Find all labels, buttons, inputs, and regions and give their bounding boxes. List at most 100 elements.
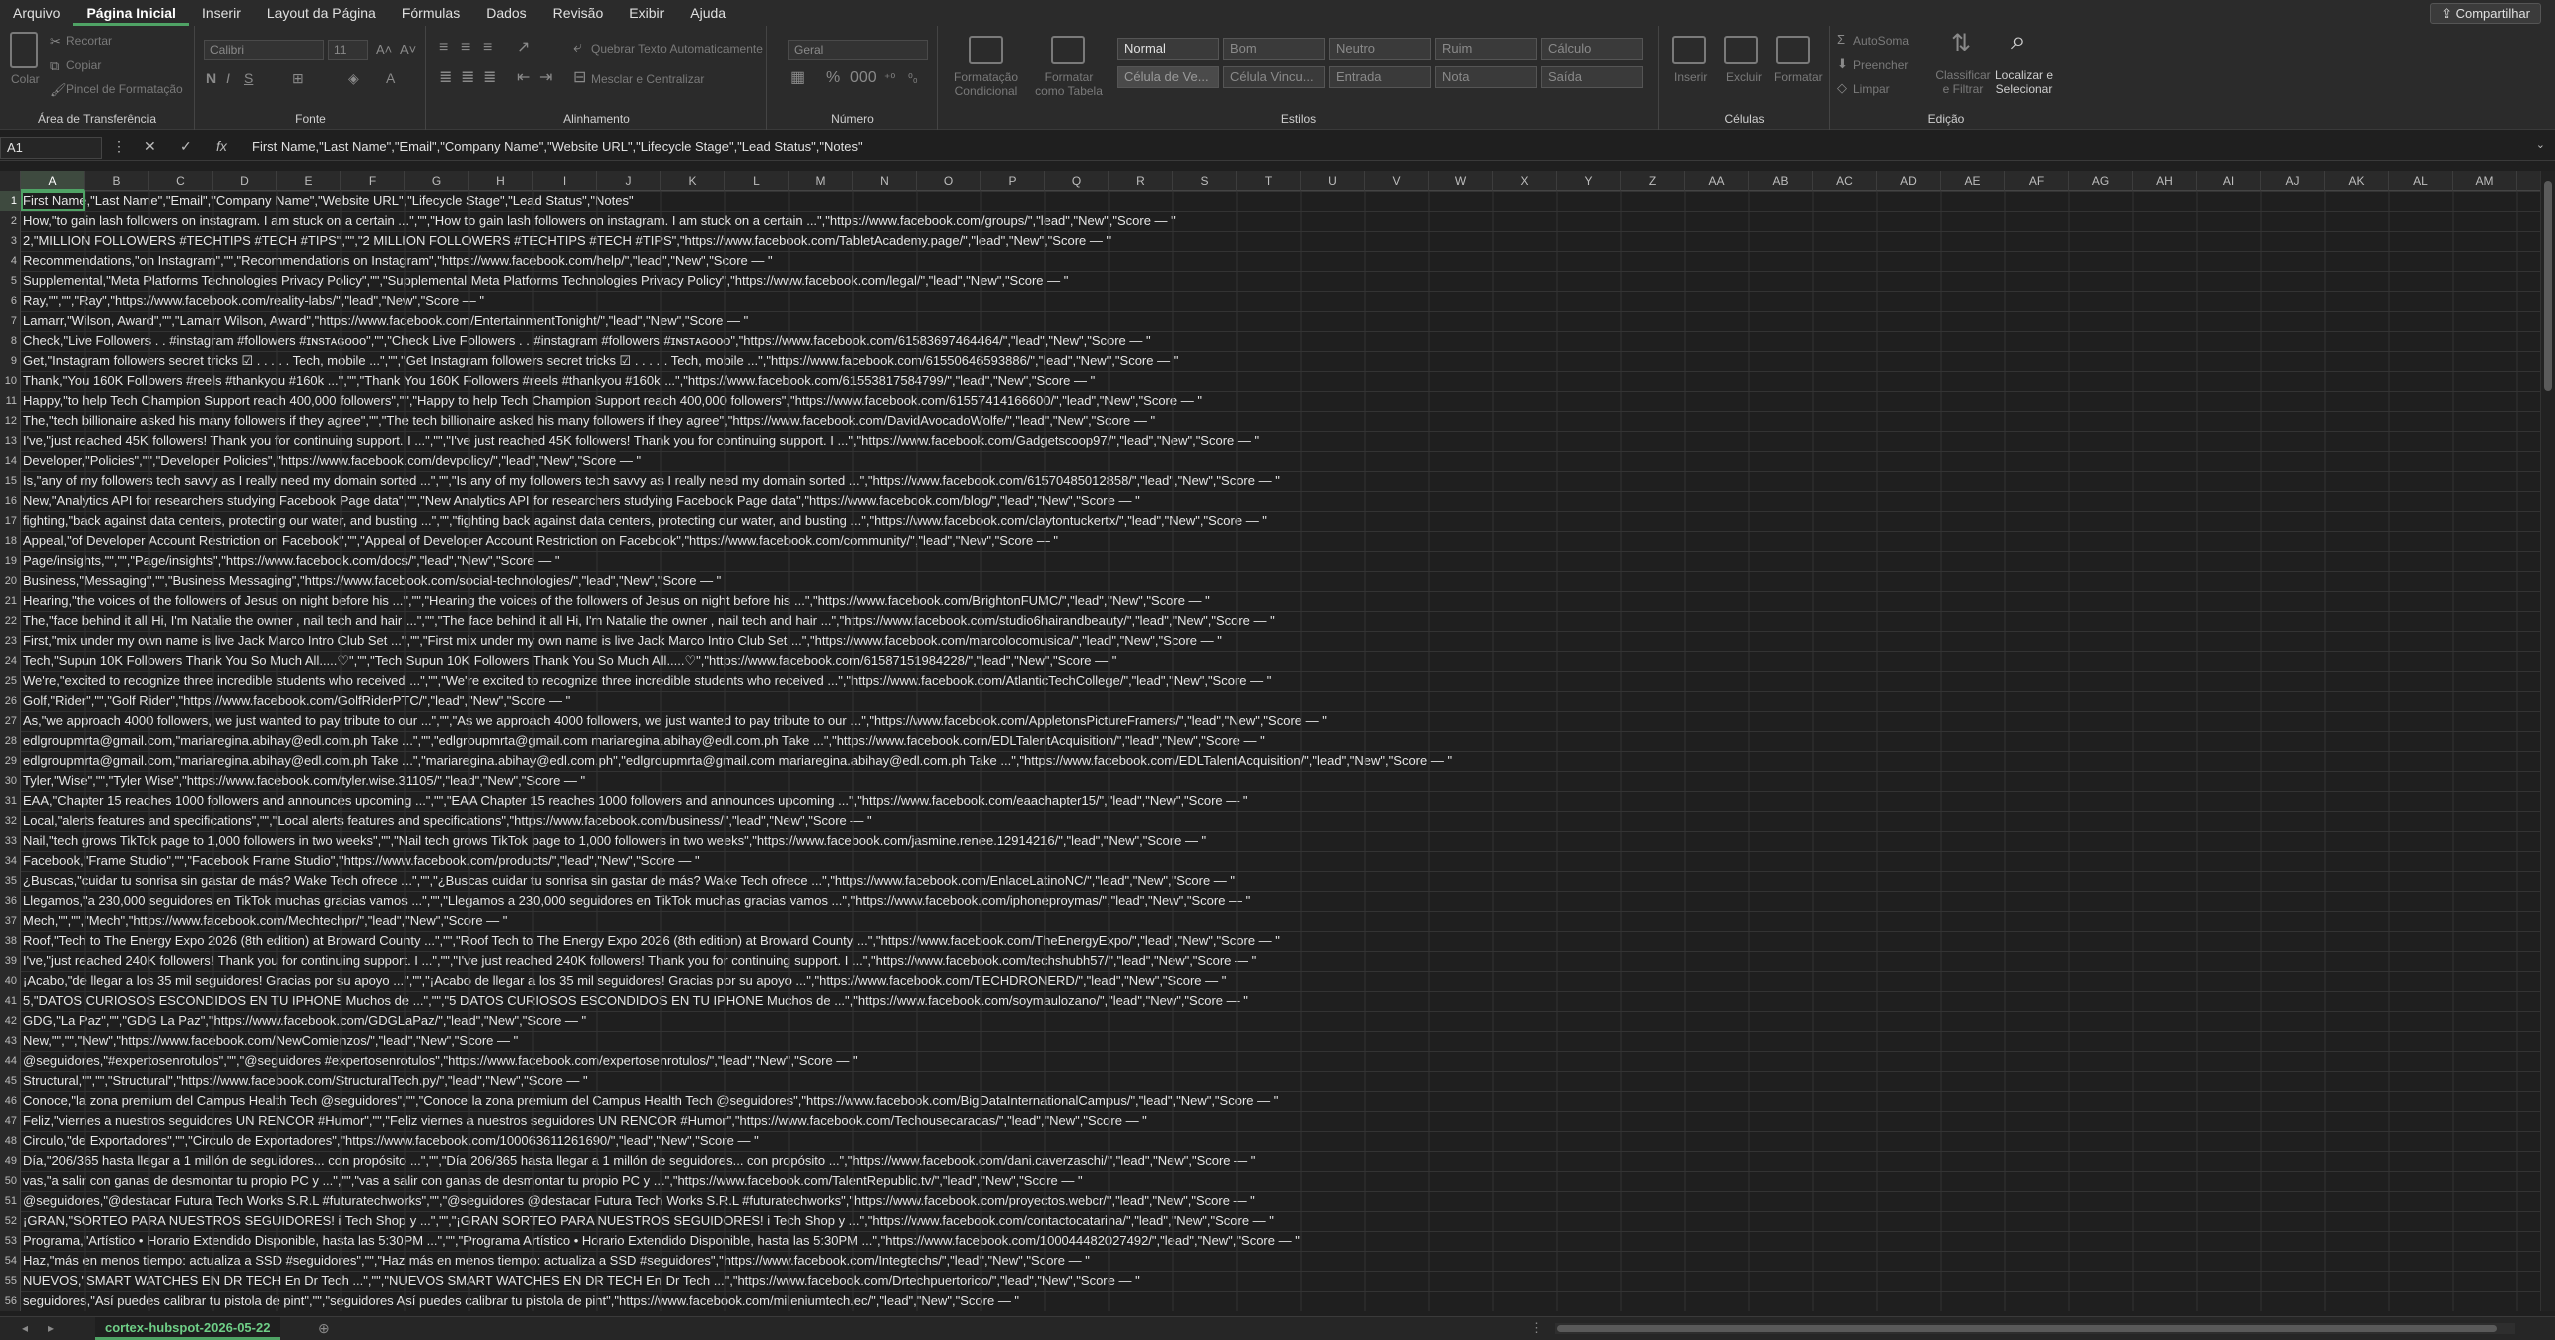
column-header-f[interactable]: F <box>341 171 405 191</box>
tab-5[interactable]: Dados <box>473 0 539 26</box>
row-header[interactable]: 55 <box>0 1271 21 1291</box>
column-header-aa[interactable]: AA <box>1685 171 1749 191</box>
borders-icon[interactable]: ⊞ <box>292 70 304 86</box>
cell-a[interactable]: ¡GRAN,"SORTEO PARA NUESTROS SEGUIDORES! … <box>23 1211 1274 1231</box>
cell-a[interactable]: Haz,"más en menos tiempo: actualiza a SS… <box>23 1251 1090 1271</box>
column-header-x[interactable]: X <box>1493 171 1557 191</box>
row-header[interactable]: 8 <box>0 331 21 351</box>
row-header[interactable]: 56 <box>0 1291 21 1311</box>
cell-style-5[interactable]: Célula de Ve... <box>1117 66 1219 88</box>
row-header[interactable]: 14 <box>0 451 21 471</box>
cell-a[interactable]: First,"mix under my own name is live Jac… <box>23 631 1222 651</box>
vertical-scroll-thumb[interactable] <box>2544 181 2552 391</box>
row-header[interactable]: 40 <box>0 971 21 991</box>
column-header-j[interactable]: J <box>597 171 661 191</box>
cell-a[interactable]: Is,"any of my followers tech savvy as I … <box>23 471 1280 491</box>
cell-a[interactable]: edlgroupmrta@gmail.com,"mariaregina.abih… <box>23 751 1452 771</box>
cell-a[interactable]: seguidores,"Así puedes calibrar tu pisto… <box>23 1291 1019 1311</box>
cell-a[interactable]: Developer,"Policies","","Developer Polic… <box>23 451 641 471</box>
row-header[interactable]: 20 <box>0 571 21 591</box>
cell-a[interactable]: ¿Buscas,"cuidar tu sonrisa sin gastar de… <box>23 871 1235 891</box>
options-icon[interactable]: ⋮ <box>1530 1320 1543 1336</box>
column-header-ai[interactable]: AI <box>2197 171 2261 191</box>
row-header[interactable]: 18 <box>0 531 21 551</box>
decrease-decimal-icon[interactable]: ⁰₀ <box>908 70 918 86</box>
row-header[interactable]: 35 <box>0 871 21 891</box>
cell-a[interactable]: How,"to gain lash followers on instagram… <box>23 211 1176 231</box>
cancel-icon[interactable]: ✕ <box>144 138 156 155</box>
column-header-ah[interactable]: AH <box>2133 171 2197 191</box>
cell-a[interactable]: Facebook,"Frame Studio","","Facebook Fra… <box>23 851 700 871</box>
underline-icon[interactable]: S <box>244 70 253 86</box>
row-header[interactable]: 24 <box>0 651 21 671</box>
align-bottom-icon[interactable]: ≡ <box>483 40 492 56</box>
column-header-ad[interactable]: AD <box>1877 171 1941 191</box>
font-name-select[interactable]: Calibri <box>204 40 324 60</box>
horizontal-scroll-thumb[interactable] <box>1557 1325 2497 1332</box>
row-header[interactable]: 27 <box>0 711 21 731</box>
cell-a[interactable]: Thank,"You 160K Followers #reels #thanky… <box>23 371 1095 391</box>
row-header[interactable]: 43 <box>0 1031 21 1051</box>
row-header[interactable]: 2 <box>0 211 21 231</box>
row-header[interactable]: 26 <box>0 691 21 711</box>
row-header[interactable]: 13 <box>0 431 21 451</box>
column-header-y[interactable]: Y <box>1557 171 1621 191</box>
row-header[interactable]: 29 <box>0 751 21 771</box>
row-header[interactable]: 42 <box>0 1011 21 1031</box>
prev-sheet-icon[interactable]: ◂ <box>22 1320 28 1336</box>
column-header-p[interactable]: P <box>981 171 1045 191</box>
cell-a[interactable]: Roof,"Tech to The Energy Expo 2026 (8th … <box>23 931 1280 951</box>
copy-button[interactable]: Copiar <box>66 58 101 72</box>
column-header-r[interactable]: R <box>1109 171 1173 191</box>
column-header-u[interactable]: U <box>1301 171 1365 191</box>
next-sheet-icon[interactable]: ▸ <box>48 1320 54 1336</box>
expand-formula-icon[interactable]: ⌄ <box>2536 138 2545 151</box>
row-header[interactable]: 49 <box>0 1151 21 1171</box>
column-header-h[interactable]: H <box>469 171 533 191</box>
format-as-table-button[interactable]: Formatar como Tabela <box>1029 70 1109 98</box>
row-header[interactable]: 39 <box>0 951 21 971</box>
paste-button[interactable]: Colar <box>11 72 40 86</box>
bold-icon[interactable]: N <box>206 70 216 86</box>
tab-6[interactable]: Revisão <box>540 0 617 26</box>
row-header[interactable]: 5 <box>0 271 21 291</box>
row-header[interactable]: 32 <box>0 811 21 831</box>
row-header[interactable]: 4 <box>0 251 21 271</box>
row-header[interactable]: 21 <box>0 591 21 611</box>
cell-a[interactable]: Lamarr,"Wilson, Award","","Lamarr Wilson… <box>23 311 748 331</box>
cell-a[interactable]: Page/insights,"","","Page/insights","htt… <box>23 551 559 571</box>
column-header-e[interactable]: E <box>277 171 341 191</box>
row-header[interactable]: 15 <box>0 471 21 491</box>
cell-a[interactable]: edlgroupmrta@gmail.com,"mariaregina.abih… <box>23 731 1265 751</box>
find-select-button[interactable]: Localizar e Selecionar <box>1991 68 2057 96</box>
cell-a[interactable]: Llegamos,"a 230,000 seguidores en TikTok… <box>23 891 1250 911</box>
font-color-icon[interactable]: A <box>386 70 395 86</box>
cell-style-6[interactable]: Célula Vincu... <box>1223 66 1325 88</box>
column-header-d[interactable]: D <box>213 171 277 191</box>
row-header[interactable]: 33 <box>0 831 21 851</box>
horizontal-scrollbar[interactable] <box>1555 1323 2515 1334</box>
cell-a[interactable]: New,"","","New","https://www.facebook.co… <box>23 1031 518 1051</box>
column-header-l[interactable]: L <box>725 171 789 191</box>
cell-style-7[interactable]: Entrada <box>1329 66 1431 88</box>
decrease-font-icon[interactable]: A˅ <box>400 42 416 58</box>
name-box[interactable]: A1 <box>0 137 102 159</box>
cell-a[interactable]: Feliz,"viernes a nuestros seguidores UN … <box>23 1111 1147 1131</box>
row-header[interactable]: 41 <box>0 991 21 1011</box>
row-header[interactable]: 36 <box>0 891 21 911</box>
align-top-icon[interactable]: ≡ <box>439 40 448 56</box>
row-header[interactable]: 47 <box>0 1111 21 1131</box>
column-header-q[interactable]: Q <box>1045 171 1109 191</box>
align-left-icon[interactable]: ≣ <box>439 70 452 86</box>
cell-a[interactable]: Tech,"Supun 10K Followers Thank You So M… <box>23 651 1116 671</box>
row-header[interactable]: 16 <box>0 491 21 511</box>
cell-a[interactable]: Appeal,"of Developer Account Restriction… <box>23 531 1058 551</box>
wrap-text-button[interactable]: Quebrar Texto Automaticamente <box>591 42 763 56</box>
tab-0[interactable]: Arquivo <box>0 0 73 26</box>
cell-a[interactable]: Tyler,"Wise","","Tyler Wise","https://ww… <box>23 771 585 791</box>
cell-a[interactable]: Día,"206/365 hasta llegar a 1 millón de … <box>23 1151 1255 1171</box>
row-header[interactable]: 19 <box>0 551 21 571</box>
row-header[interactable]: 28 <box>0 731 21 751</box>
format-cells-button[interactable]: Formatar <box>1774 70 1823 84</box>
cell-a[interactable]: Local,"alerts features and specification… <box>23 811 872 831</box>
